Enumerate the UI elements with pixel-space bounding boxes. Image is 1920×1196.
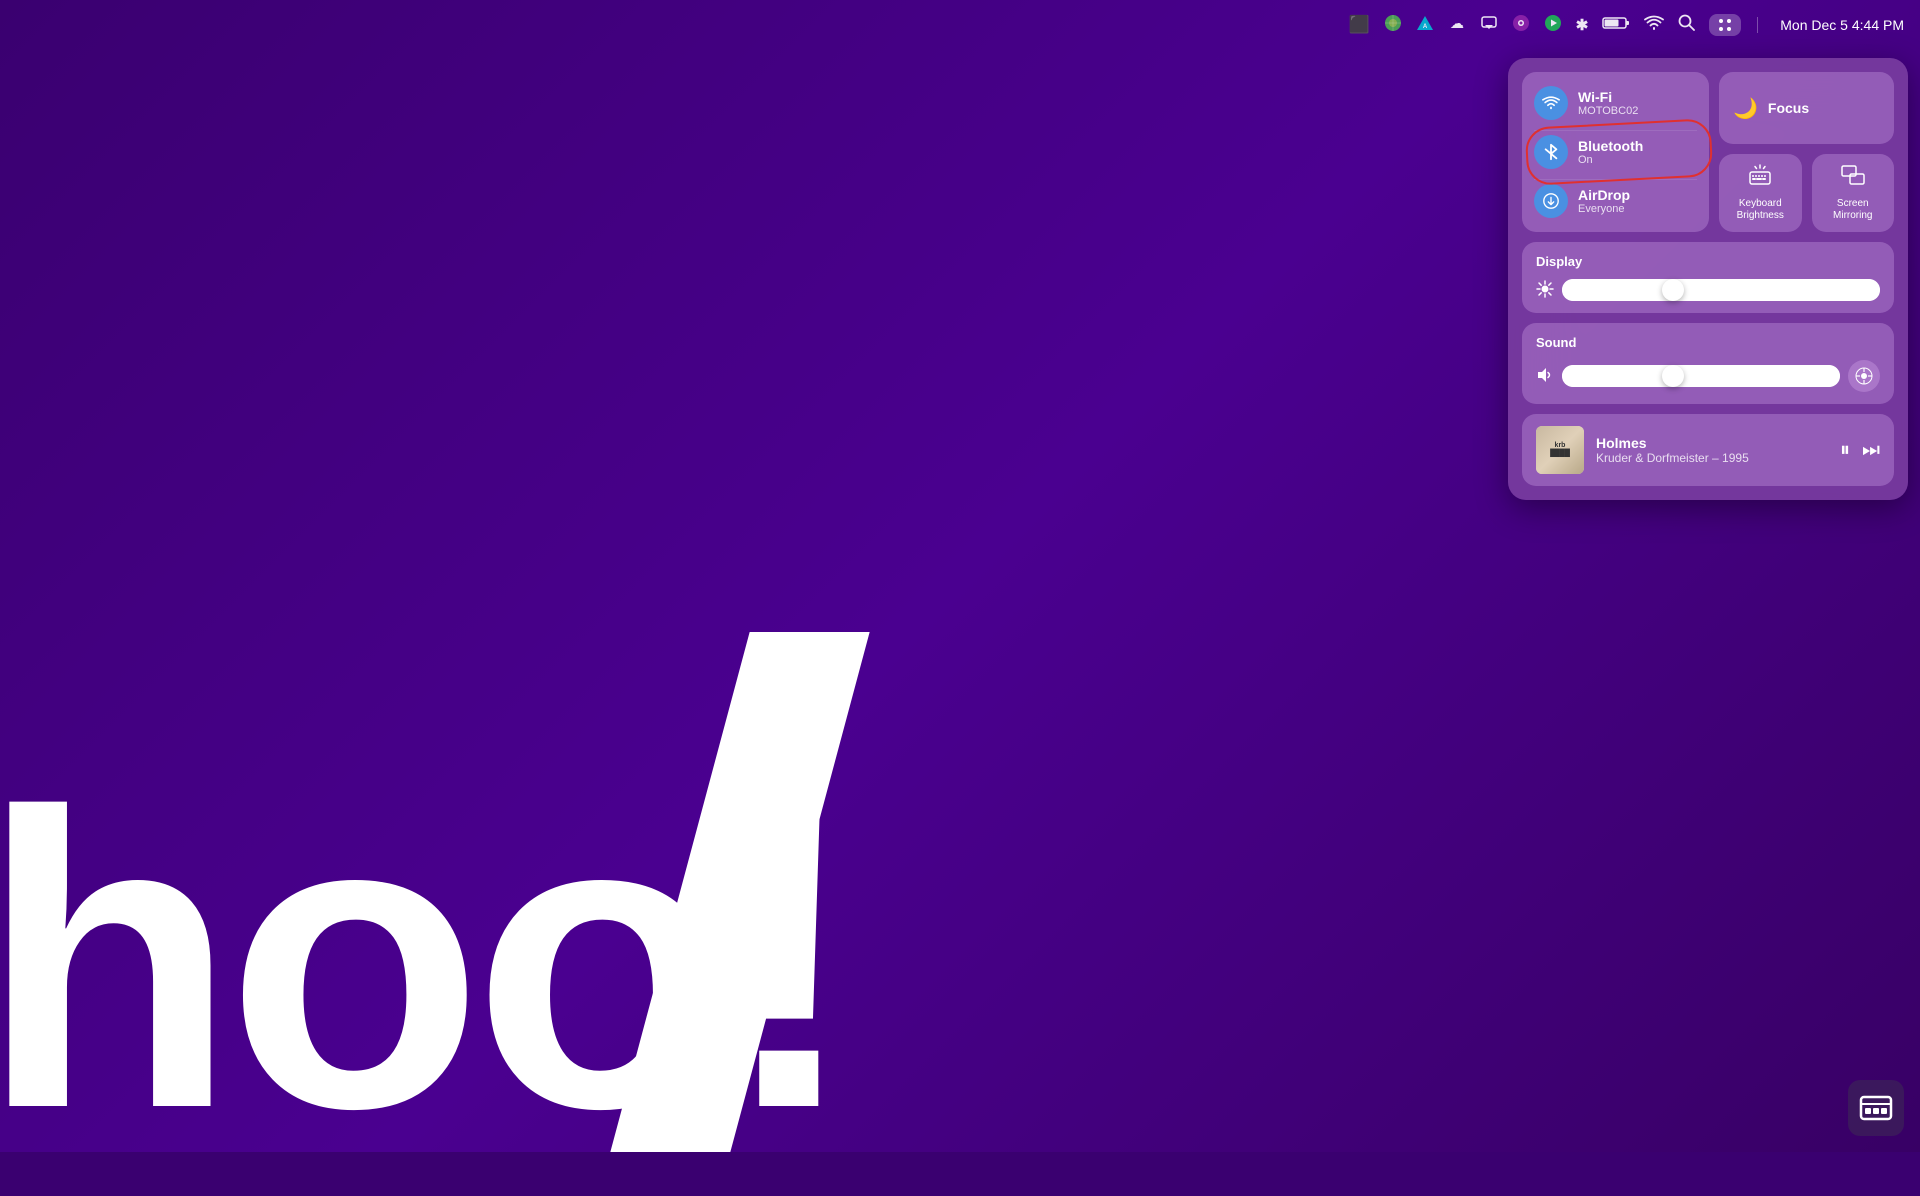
sound-slider[interactable] bbox=[1562, 365, 1840, 387]
music-icon[interactable] bbox=[1544, 14, 1562, 37]
creative-cloud-icon[interactable]: ☁ bbox=[1448, 14, 1466, 37]
now-playing-section[interactable]: krb████ Holmes Kruder & Dorfmeister – 19… bbox=[1522, 414, 1894, 486]
menubar-icons: ⬛ A ☁ ✱ Mon Dec 5 bbox=[1349, 14, 1904, 37]
sound-volume-icon bbox=[1536, 366, 1554, 387]
focus-item[interactable]: 🌙 Focus bbox=[1719, 72, 1894, 144]
display-slider[interactable] bbox=[1562, 279, 1880, 301]
cc-connectivity: Wi-Fi MOTOBC02 Bluetooth On bbox=[1522, 72, 1709, 232]
wifi-menubar-icon[interactable] bbox=[1644, 15, 1664, 36]
pause-button[interactable]: ⏸ bbox=[1840, 439, 1850, 462]
svg-text:A: A bbox=[1423, 24, 1428, 30]
cc-top-row: Wi-Fi MOTOBC02 Bluetooth On bbox=[1522, 72, 1894, 232]
cc-right-col: 🌙 Focus bbox=[1719, 72, 1894, 232]
bluetooth-icon bbox=[1534, 135, 1568, 169]
now-playing-text: Holmes Kruder & Dorfmeister – 1995 bbox=[1596, 435, 1828, 465]
display-section: Display bbox=[1522, 242, 1894, 313]
sound-slider-thumb bbox=[1662, 365, 1684, 387]
menubar: ⬛ A ☁ ✱ Mon Dec 5 bbox=[0, 0, 1920, 50]
airdrop-label: AirDrop bbox=[1578, 187, 1630, 203]
keyboard-brightness-label: Keyboard Brightness bbox=[1727, 198, 1794, 222]
maps-icon[interactable] bbox=[1384, 14, 1402, 37]
search-icon[interactable] bbox=[1678, 14, 1695, 36]
bluetooth-subtitle: On bbox=[1578, 154, 1643, 166]
cc-bottom-buttons: Keyboard Brightness Screen Mirroring bbox=[1719, 154, 1894, 232]
airdrop-item[interactable]: AirDrop Everyone bbox=[1534, 179, 1697, 222]
svg-text:☁: ☁ bbox=[1450, 15, 1464, 31]
screen-mirroring-label: Screen Mirroring bbox=[1820, 198, 1887, 222]
album-art: krb████ bbox=[1536, 426, 1584, 474]
airdrop-subtitle: Everyone bbox=[1578, 203, 1630, 215]
keyboard-brightness-item[interactable]: Keyboard Brightness bbox=[1719, 154, 1802, 232]
wifi-item[interactable]: Wi-Fi MOTOBC02 bbox=[1534, 82, 1697, 124]
sound-slider-fill bbox=[1562, 365, 1840, 387]
corner-app-icon[interactable] bbox=[1848, 1080, 1904, 1136]
wifi-label: Wi-Fi bbox=[1578, 89, 1638, 105]
skip-forward-button[interactable]: ⏭ bbox=[1862, 439, 1880, 462]
display-slider-fill bbox=[1562, 279, 1880, 301]
display-slider-thumb bbox=[1662, 279, 1684, 301]
arq-icon[interactable]: A bbox=[1416, 14, 1434, 37]
bluetooth-label: Bluetooth bbox=[1578, 138, 1643, 154]
projector-icon[interactable]: ⬛ bbox=[1349, 15, 1370, 35]
keyboard-brightness-icon bbox=[1748, 164, 1772, 192]
sound-label: Sound bbox=[1536, 335, 1880, 350]
wifi-icon bbox=[1534, 86, 1568, 120]
menubar-time: Mon Dec 5 4:44 PM bbox=[1780, 17, 1904, 33]
bluetooth-item[interactable]: Bluetooth On bbox=[1534, 130, 1697, 173]
sound-section: Sound bbox=[1522, 323, 1894, 404]
screen-mirroring-item[interactable]: Screen Mirroring bbox=[1812, 154, 1895, 232]
screen-mirroring-icon bbox=[1841, 164, 1865, 192]
podcast-icon[interactable] bbox=[1512, 14, 1530, 37]
airdrop-text: AirDrop Everyone bbox=[1578, 187, 1630, 215]
now-playing-title: Holmes bbox=[1596, 435, 1828, 451]
wifi-subtitle: MOTOBC02 bbox=[1578, 105, 1638, 117]
airplay-icon[interactable] bbox=[1480, 14, 1498, 37]
display-label: Display bbox=[1536, 254, 1880, 269]
now-playing-artist: Kruder & Dorfmeister – 1995 bbox=[1596, 451, 1828, 465]
bluetooth-text: Bluetooth On bbox=[1578, 138, 1643, 166]
focus-label: Focus bbox=[1768, 100, 1809, 116]
bluetooth-menubar-icon[interactable]: ✱ bbox=[1576, 16, 1589, 34]
display-slider-row bbox=[1536, 279, 1880, 301]
now-playing-controls: ⏸ ⏭ bbox=[1840, 439, 1880, 462]
airplay-audio-button[interactable] bbox=[1848, 360, 1880, 392]
battery-icon[interactable] bbox=[1602, 15, 1630, 36]
focus-icon: 🌙 bbox=[1733, 96, 1758, 121]
display-brightness-icon bbox=[1536, 280, 1554, 301]
wifi-text: Wi-Fi MOTOBC02 bbox=[1578, 89, 1638, 117]
control-center-panel: Wi-Fi MOTOBC02 Bluetooth On bbox=[1508, 58, 1908, 500]
menubar-separator bbox=[1757, 17, 1758, 33]
control-center-button[interactable] bbox=[1709, 14, 1741, 36]
airdrop-icon bbox=[1534, 184, 1568, 218]
sound-slider-row bbox=[1536, 360, 1880, 392]
